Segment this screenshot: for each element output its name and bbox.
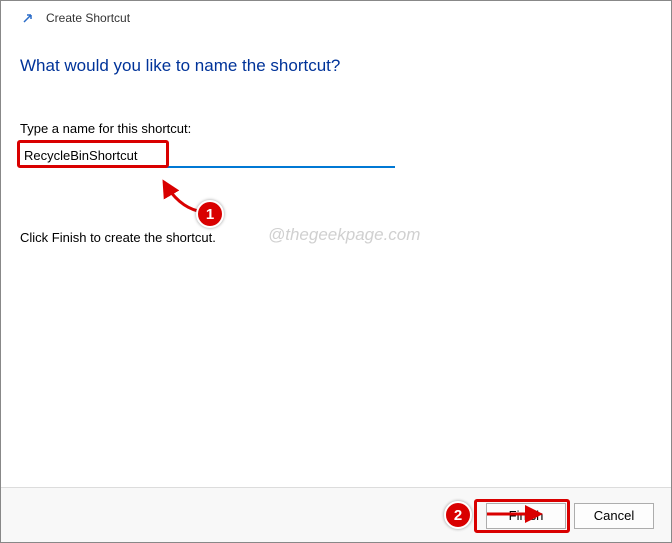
dialog-header: Create Shortcut — [0, 0, 672, 26]
dialog-footer: Finish Cancel — [0, 487, 672, 543]
page-title: What would you like to name the shortcut… — [20, 56, 652, 76]
instruction-text: Click Finish to create the shortcut. — [20, 230, 652, 245]
finish-button[interactable]: Finish — [486, 503, 566, 529]
dialog-title: Create Shortcut — [46, 11, 130, 25]
input-wrapper — [20, 144, 395, 168]
input-label: Type a name for this shortcut: — [20, 121, 652, 136]
dialog-content: What would you like to name the shortcut… — [0, 26, 672, 245]
finish-button-wrapper: Finish — [478, 503, 566, 529]
shortcut-name-input[interactable] — [20, 144, 395, 168]
shortcut-arrow-icon — [20, 10, 36, 26]
cancel-button[interactable]: Cancel — [574, 503, 654, 529]
